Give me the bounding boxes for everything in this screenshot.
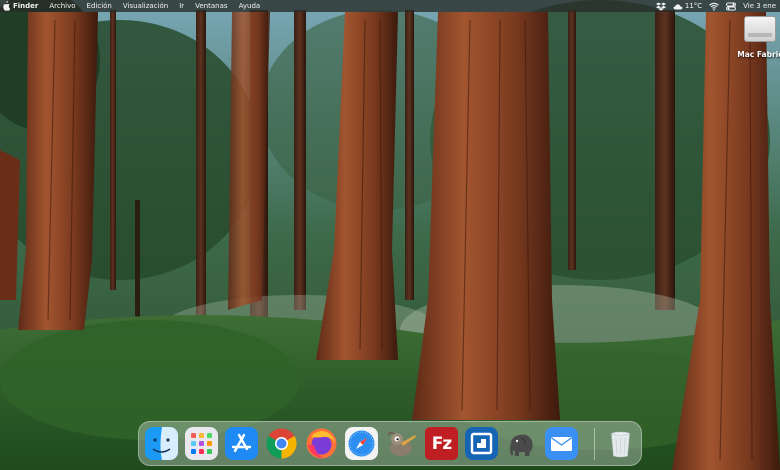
finder-icon <box>145 427 178 460</box>
menu-bar-status: 11°C Vie 3 ene <box>655 0 780 12</box>
menu-archivo[interactable]: Archivo <box>44 0 81 12</box>
dock-app-store[interactable] <box>225 427 258 460</box>
menu-ayuda[interactable]: Ayuda <box>233 0 266 12</box>
desktop-drive[interactable]: Mac Fabric <box>735 16 780 59</box>
dock-safari[interactable] <box>345 427 378 460</box>
dock-trash[interactable] <box>604 427 637 460</box>
dock-chrome[interactable] <box>265 427 298 460</box>
menu-bar-left: Finder Archivo Edición Visualización Ir … <box>0 0 266 12</box>
dropbox-icon[interactable] <box>655 2 666 11</box>
dock-separator <box>594 428 595 460</box>
drive-label: Mac Fabric <box>737 50 780 59</box>
menu-ventanas[interactable]: Ventanas <box>190 0 233 12</box>
wifi-icon[interactable] <box>709 2 720 11</box>
dock-launchpad[interactable] <box>185 427 218 460</box>
dock-filezilla[interactable]: Fz <box>425 427 458 460</box>
filezilla-icon: Fz <box>431 433 452 454</box>
control-center-icon[interactable] <box>726 2 737 11</box>
cloud-icon <box>673 2 683 11</box>
apple-logo-icon[interactable] <box>2 1 11 11</box>
dock-finder[interactable] <box>145 427 178 460</box>
desktop-wallpaper <box>0 0 780 470</box>
gimp-icon <box>387 431 416 456</box>
remote-desktop-icon <box>465 427 498 460</box>
dock-firefox[interactable] <box>305 427 338 460</box>
menu-app-name[interactable]: Finder <box>11 0 44 12</box>
elephant-icon <box>509 434 533 456</box>
weather-widget[interactable]: 11°C <box>673 0 702 12</box>
menu-bar: Finder Archivo Edición Visualización Ir … <box>0 0 780 12</box>
temperature-label: 11°C <box>684 2 703 10</box>
hard-drive-icon <box>744 16 776 42</box>
dock-mail[interactable] <box>545 427 578 460</box>
dock-remote-desktop[interactable] <box>465 427 498 460</box>
menu-ir[interactable]: Ir <box>174 0 190 12</box>
mail-icon <box>545 427 578 460</box>
firefox-icon <box>306 428 337 459</box>
chrome-icon <box>266 428 297 459</box>
dock: Fz <box>138 421 642 466</box>
menu-edicion[interactable]: Edición <box>81 0 117 12</box>
dock-elephant-app[interactable] <box>505 427 538 460</box>
safari-icon <box>345 427 378 460</box>
app-store-icon <box>225 427 258 460</box>
menu-clock[interactable]: Vie 3 ene <box>743 0 776 12</box>
dock-gimp[interactable] <box>385 427 418 460</box>
menu-visualizacion[interactable]: Visualización <box>117 0 173 12</box>
launchpad-icon <box>185 427 218 460</box>
trash-icon <box>611 431 630 458</box>
